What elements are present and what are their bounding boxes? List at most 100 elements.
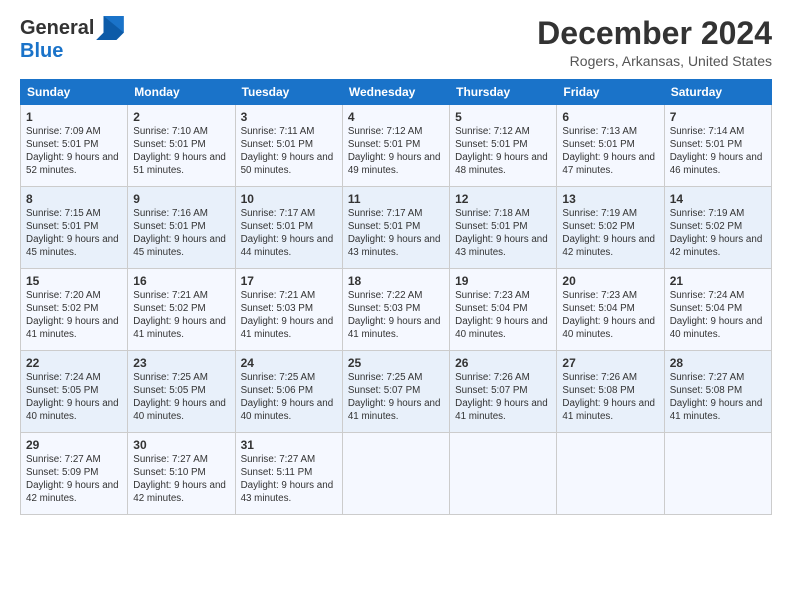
cell-content: Sunrise: 7:21 AM Sunset: 5:03 PM Dayligh…: [241, 290, 337, 342]
cell-content: Sunrise: 7:16 AM Sunset: 5:01 PM Dayligh…: [133, 208, 229, 260]
calendar-cell: 20Sunrise: 7:23 AM Sunset: 5:04 PM Dayli…: [557, 269, 664, 351]
title-block: December 2024 Rogers, Arkansas, United S…: [537, 16, 772, 69]
day-number: 11: [348, 191, 444, 207]
calendar-cell: [664, 433, 771, 515]
day-number: 9: [133, 191, 229, 207]
day-number: 30: [133, 437, 229, 453]
calendar-cell: 31Sunrise: 7:27 AM Sunset: 5:11 PM Dayli…: [235, 433, 342, 515]
calendar-week-1: 1Sunrise: 7:09 AM Sunset: 5:01 PM Daylig…: [21, 105, 772, 187]
day-number: 27: [562, 355, 658, 371]
cell-content: Sunrise: 7:27 AM Sunset: 5:09 PM Dayligh…: [26, 454, 122, 506]
cell-content: Sunrise: 7:11 AM Sunset: 5:01 PM Dayligh…: [241, 126, 337, 178]
cell-content: Sunrise: 7:18 AM Sunset: 5:01 PM Dayligh…: [455, 208, 551, 260]
calendar-cell: 7Sunrise: 7:14 AM Sunset: 5:01 PM Daylig…: [664, 105, 771, 187]
calendar-cell: 15Sunrise: 7:20 AM Sunset: 5:02 PM Dayli…: [21, 269, 128, 351]
calendar-body: 1Sunrise: 7:09 AM Sunset: 5:01 PM Daylig…: [21, 105, 772, 515]
cell-content: Sunrise: 7:23 AM Sunset: 5:04 PM Dayligh…: [455, 290, 551, 342]
calendar-cell: 12Sunrise: 7:18 AM Sunset: 5:01 PM Dayli…: [450, 187, 557, 269]
day-number: 28: [670, 355, 766, 371]
calendar-cell: 22Sunrise: 7:24 AM Sunset: 5:05 PM Dayli…: [21, 351, 128, 433]
day-number: 18: [348, 273, 444, 289]
logo-icon: [96, 16, 124, 40]
day-header-thursday: Thursday: [450, 80, 557, 105]
calendar-cell: 4Sunrise: 7:12 AM Sunset: 5:01 PM Daylig…: [342, 105, 449, 187]
day-number: 7: [670, 109, 766, 125]
day-number: 2: [133, 109, 229, 125]
cell-content: Sunrise: 7:24 AM Sunset: 5:04 PM Dayligh…: [670, 290, 766, 342]
day-header-tuesday: Tuesday: [235, 80, 342, 105]
calendar-cell: 8Sunrise: 7:15 AM Sunset: 5:01 PM Daylig…: [21, 187, 128, 269]
day-number: 17: [241, 273, 337, 289]
calendar-cell: 2Sunrise: 7:10 AM Sunset: 5:01 PM Daylig…: [128, 105, 235, 187]
day-number: 14: [670, 191, 766, 207]
cell-content: Sunrise: 7:26 AM Sunset: 5:08 PM Dayligh…: [562, 372, 658, 424]
cell-content: Sunrise: 7:15 AM Sunset: 5:01 PM Dayligh…: [26, 208, 122, 260]
calendar-cell: 17Sunrise: 7:21 AM Sunset: 5:03 PM Dayli…: [235, 269, 342, 351]
day-number: 25: [348, 355, 444, 371]
day-number: 20: [562, 273, 658, 289]
day-number: 5: [455, 109, 551, 125]
day-number: 10: [241, 191, 337, 207]
calendar-cell: 5Sunrise: 7:12 AM Sunset: 5:01 PM Daylig…: [450, 105, 557, 187]
cell-content: Sunrise: 7:13 AM Sunset: 5:01 PM Dayligh…: [562, 126, 658, 178]
calendar-cell: 13Sunrise: 7:19 AM Sunset: 5:02 PM Dayli…: [557, 187, 664, 269]
day-header-sunday: Sunday: [21, 80, 128, 105]
cell-content: Sunrise: 7:27 AM Sunset: 5:08 PM Dayligh…: [670, 372, 766, 424]
calendar-week-5: 29Sunrise: 7:27 AM Sunset: 5:09 PM Dayli…: [21, 433, 772, 515]
calendar-week-2: 8Sunrise: 7:15 AM Sunset: 5:01 PM Daylig…: [21, 187, 772, 269]
day-number: 12: [455, 191, 551, 207]
calendar-cell: 26Sunrise: 7:26 AM Sunset: 5:07 PM Dayli…: [450, 351, 557, 433]
cell-content: Sunrise: 7:12 AM Sunset: 5:01 PM Dayligh…: [348, 126, 444, 178]
calendar-cell: 27Sunrise: 7:26 AM Sunset: 5:08 PM Dayli…: [557, 351, 664, 433]
calendar-cell: [450, 433, 557, 515]
cell-content: Sunrise: 7:23 AM Sunset: 5:04 PM Dayligh…: [562, 290, 658, 342]
cell-content: Sunrise: 7:25 AM Sunset: 5:06 PM Dayligh…: [241, 372, 337, 424]
calendar-cell: 25Sunrise: 7:25 AM Sunset: 5:07 PM Dayli…: [342, 351, 449, 433]
day-number: 24: [241, 355, 337, 371]
day-number: 6: [562, 109, 658, 125]
day-number: 15: [26, 273, 122, 289]
cell-content: Sunrise: 7:10 AM Sunset: 5:01 PM Dayligh…: [133, 126, 229, 178]
day-header-monday: Monday: [128, 80, 235, 105]
main-title: December 2024: [537, 16, 772, 51]
calendar-cell: [557, 433, 664, 515]
calendar-cell: 30Sunrise: 7:27 AM Sunset: 5:10 PM Dayli…: [128, 433, 235, 515]
day-number: 23: [133, 355, 229, 371]
day-number: 26: [455, 355, 551, 371]
cell-content: Sunrise: 7:17 AM Sunset: 5:01 PM Dayligh…: [348, 208, 444, 260]
day-number: 1: [26, 109, 122, 125]
calendar-cell: 6Sunrise: 7:13 AM Sunset: 5:01 PM Daylig…: [557, 105, 664, 187]
day-number: 29: [26, 437, 122, 453]
calendar-cell: 9Sunrise: 7:16 AM Sunset: 5:01 PM Daylig…: [128, 187, 235, 269]
cell-content: Sunrise: 7:14 AM Sunset: 5:01 PM Dayligh…: [670, 126, 766, 178]
cell-content: Sunrise: 7:25 AM Sunset: 5:07 PM Dayligh…: [348, 372, 444, 424]
calendar-week-4: 22Sunrise: 7:24 AM Sunset: 5:05 PM Dayli…: [21, 351, 772, 433]
cell-content: Sunrise: 7:09 AM Sunset: 5:01 PM Dayligh…: [26, 126, 122, 178]
day-header-saturday: Saturday: [664, 80, 771, 105]
day-header-wednesday: Wednesday: [342, 80, 449, 105]
calendar-cell: [342, 433, 449, 515]
cell-content: Sunrise: 7:17 AM Sunset: 5:01 PM Dayligh…: [241, 208, 337, 260]
calendar-cell: 18Sunrise: 7:22 AM Sunset: 5:03 PM Dayli…: [342, 269, 449, 351]
cell-content: Sunrise: 7:19 AM Sunset: 5:02 PM Dayligh…: [670, 208, 766, 260]
calendar-cell: 19Sunrise: 7:23 AM Sunset: 5:04 PM Dayli…: [450, 269, 557, 351]
cell-content: Sunrise: 7:19 AM Sunset: 5:02 PM Dayligh…: [562, 208, 658, 260]
cell-content: Sunrise: 7:21 AM Sunset: 5:02 PM Dayligh…: [133, 290, 229, 342]
calendar-cell: 10Sunrise: 7:17 AM Sunset: 5:01 PM Dayli…: [235, 187, 342, 269]
day-header-friday: Friday: [557, 80, 664, 105]
calendar-cell: 3Sunrise: 7:11 AM Sunset: 5:01 PM Daylig…: [235, 105, 342, 187]
calendar-cell: 28Sunrise: 7:27 AM Sunset: 5:08 PM Dayli…: [664, 351, 771, 433]
cell-content: Sunrise: 7:20 AM Sunset: 5:02 PM Dayligh…: [26, 290, 122, 342]
cell-content: Sunrise: 7:24 AM Sunset: 5:05 PM Dayligh…: [26, 372, 122, 424]
calendar-header: SundayMondayTuesdayWednesdayThursdayFrid…: [21, 80, 772, 105]
day-number: 21: [670, 273, 766, 289]
calendar-cell: 16Sunrise: 7:21 AM Sunset: 5:02 PM Dayli…: [128, 269, 235, 351]
calendar-cell: 24Sunrise: 7:25 AM Sunset: 5:06 PM Dayli…: [235, 351, 342, 433]
day-number: 4: [348, 109, 444, 125]
cell-content: Sunrise: 7:27 AM Sunset: 5:10 PM Dayligh…: [133, 454, 229, 506]
day-number: 16: [133, 273, 229, 289]
calendar-week-3: 15Sunrise: 7:20 AM Sunset: 5:02 PM Dayli…: [21, 269, 772, 351]
day-number: 13: [562, 191, 658, 207]
calendar-container: General Blue December 2024 Rogers, Arkan…: [0, 0, 792, 525]
day-number: 19: [455, 273, 551, 289]
